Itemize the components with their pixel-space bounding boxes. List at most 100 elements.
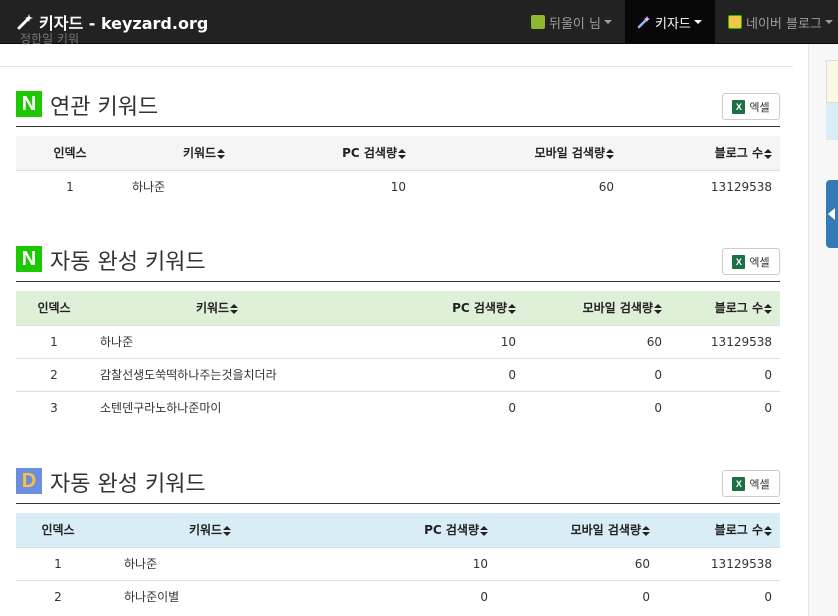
daum-autocomplete-section: D 자동 완성 키워드 X 엑셀 인덱스 키워드 PC 검색량 모바일 검색량 … <box>16 468 780 613</box>
excel-icon: X <box>732 99 746 114</box>
cell-mobile-volume: 0 <box>524 357 670 391</box>
section-header: N 연관 키워드 X 엑셀 <box>16 91 780 127</box>
column-header-pc-volume[interactable]: PC 검색량 <box>342 291 524 325</box>
cell-mobile-volume: 0 <box>524 390 670 424</box>
section-header: D 자동 완성 키워드 X 엑셀 <box>16 468 780 504</box>
sort-icon <box>230 303 239 314</box>
sort-icon <box>764 303 772 314</box>
excel-icon: X <box>732 254 746 269</box>
column-header-mobile-volume[interactable]: 모바일 검색량 <box>414 136 622 170</box>
naver-logo-icon: N <box>16 91 42 117</box>
cell-blog-count: 13129538 <box>670 324 780 358</box>
cell-pc-volume: 0 <box>320 579 496 613</box>
magic-wand-icon <box>17 14 33 30</box>
nav-keyzard-label: 키자드 <box>655 16 691 32</box>
chevron-down-icon <box>824 20 833 24</box>
cell-index: 2 <box>16 579 100 613</box>
column-header-blog-count[interactable]: 블로그 수 <box>622 136 780 170</box>
nav-user-dropdown[interactable]: 뒤울이 님 <box>531 0 612 44</box>
column-header-mobile-volume[interactable]: 모바일 검색량 <box>496 513 658 547</box>
column-header-keyword[interactable]: 키워드 <box>124 136 284 170</box>
cell-index: 3 <box>16 390 92 424</box>
naver-autocomplete-section: N 자동 완성 키워드 X 엑셀 인덱스 키워드 PC 검색량 모바일 검색량 … <box>16 246 780 424</box>
section-title: 자동 완성 키워드 <box>50 250 206 275</box>
sidebar-card-info <box>826 102 838 140</box>
naver-blog-icon <box>728 15 742 29</box>
cell-keyword: 감찰선생도쑥떡하나주는것을치더라 <box>92 357 342 391</box>
cell-pc-volume: 10 <box>342 324 524 358</box>
excel-label: 엑셀 <box>749 255 770 269</box>
sort-icon <box>398 148 406 159</box>
column-header-index: 인덱스 <box>41 523 75 538</box>
cell-mobile-volume: 60 <box>496 546 658 580</box>
table-row: 2 하나준이별 0 0 0 <box>16 579 780 613</box>
cell-keyword: 하나준 <box>124 169 284 203</box>
nav-naver-blog-label: 네이버 블로그 <box>746 16 822 32</box>
table-row: 1 하나준 10 60 13129538 <box>16 546 780 580</box>
keyword-table: 인덱스 키워드 PC 검색량 모바일 검색량 블로그 수 1 하나준 10 60… <box>16 136 780 203</box>
cell-mobile-volume: 0 <box>496 579 658 613</box>
sort-icon <box>217 148 226 159</box>
magic-wand-icon <box>637 15 651 29</box>
sort-icon <box>223 525 232 536</box>
column-header-pc-volume[interactable]: PC 검색량 <box>320 513 496 547</box>
cell-keyword: 하나준 <box>100 546 320 580</box>
sort-icon <box>642 525 650 536</box>
cell-index: 2 <box>16 357 92 391</box>
cell-pc-volume: 10 <box>320 546 496 580</box>
excel-export-button[interactable]: X 엑셀 <box>722 470 780 497</box>
cell-index: 1 <box>16 169 124 203</box>
cell-index: 1 <box>16 324 92 358</box>
cell-keyword: 하나준 <box>92 324 342 358</box>
cell-keyword: 소텐덴구라노하나준마이 <box>92 390 342 424</box>
related-keywords-section: N 연관 키워드 X 엑셀 인덱스 키워드 PC 검색량 모바일 검색량 블로그… <box>16 91 780 203</box>
cell-pc-volume: 0 <box>342 390 524 424</box>
column-header-pc-volume[interactable]: PC 검색량 <box>284 136 414 170</box>
column-header-keyword[interactable]: 키워드 <box>100 513 320 547</box>
nav-user-label: 뒤울이 님 <box>549 16 601 32</box>
column-header-mobile-volume[interactable]: 모바일 검색량 <box>524 291 670 325</box>
cell-blog-count: 0 <box>670 357 780 391</box>
cell-blog-count: 13129538 <box>658 546 780 580</box>
cell-blog-count: 13129538 <box>622 169 780 203</box>
naver-logo-icon: N <box>16 246 42 272</box>
column-header-blog-count[interactable]: 블로그 수 <box>658 513 780 547</box>
user-avatar-icon <box>531 15 545 29</box>
section-header: N 자동 완성 키워드 X 엑셀 <box>16 246 780 282</box>
section-title: 연관 키워드 <box>50 95 159 120</box>
column-header-keyword[interactable]: 키워드 <box>92 291 342 325</box>
excel-label: 엑셀 <box>749 477 770 491</box>
keyword-table: 인덱스 키워드 PC 검색량 모바일 검색량 블로그 수 1 하나준 10 60… <box>16 513 780 613</box>
daum-logo-icon: D <box>16 468 42 494</box>
keyword-table: 인덱스 키워드 PC 검색량 모바일 검색량 블로그 수 1 하나준 10 60… <box>16 291 780 424</box>
column-header-index: 인덱스 <box>53 146 87 161</box>
sort-icon <box>654 303 662 314</box>
cell-index: 1 <box>16 546 100 580</box>
column-header-blog-count[interactable]: 블로그 수 <box>670 291 780 325</box>
sort-icon <box>480 525 488 536</box>
excel-export-button[interactable]: X 엑셀 <box>722 93 780 120</box>
sort-icon <box>606 148 614 159</box>
nav-keyzard-dropdown[interactable]: 키자드 <box>625 0 715 44</box>
table-row: 1 하나준 10 60 13129538 <box>16 324 780 358</box>
table-row: 2 감찰선생도쑥떡하나주는것을치더라 0 0 0 <box>16 357 780 391</box>
cell-pc-volume: 0 <box>342 357 524 391</box>
excel-label: 엑셀 <box>749 100 770 114</box>
sort-icon <box>764 148 772 159</box>
table-row: 3 소텐덴구라노하나준마이 0 0 0 <box>16 390 780 424</box>
table-row: 1 하나준 10 60 13129538 <box>16 169 780 203</box>
section-title: 자동 완성 키워드 <box>50 472 206 497</box>
nav-naver-blog-dropdown[interactable]: 네이버 블로그 <box>728 0 833 44</box>
top-navbar: 키자드 - keyzard.org 뒤울이 님 키자드 네이버 블로그 <box>0 0 838 44</box>
excel-icon: X <box>732 476 746 491</box>
chevron-down-icon <box>693 20 702 24</box>
cell-keyword: 하나준이별 <box>100 579 320 613</box>
sidebar-toggle-button[interactable] <box>826 180 838 248</box>
sort-icon <box>508 303 516 314</box>
chevron-down-icon <box>603 20 612 24</box>
cell-blog-count: 0 <box>670 390 780 424</box>
cell-mobile-volume: 60 <box>524 324 670 358</box>
excel-export-button[interactable]: X 엑셀 <box>722 248 780 275</box>
divider <box>0 66 793 67</box>
column-header-index: 인덱스 <box>37 301 71 316</box>
